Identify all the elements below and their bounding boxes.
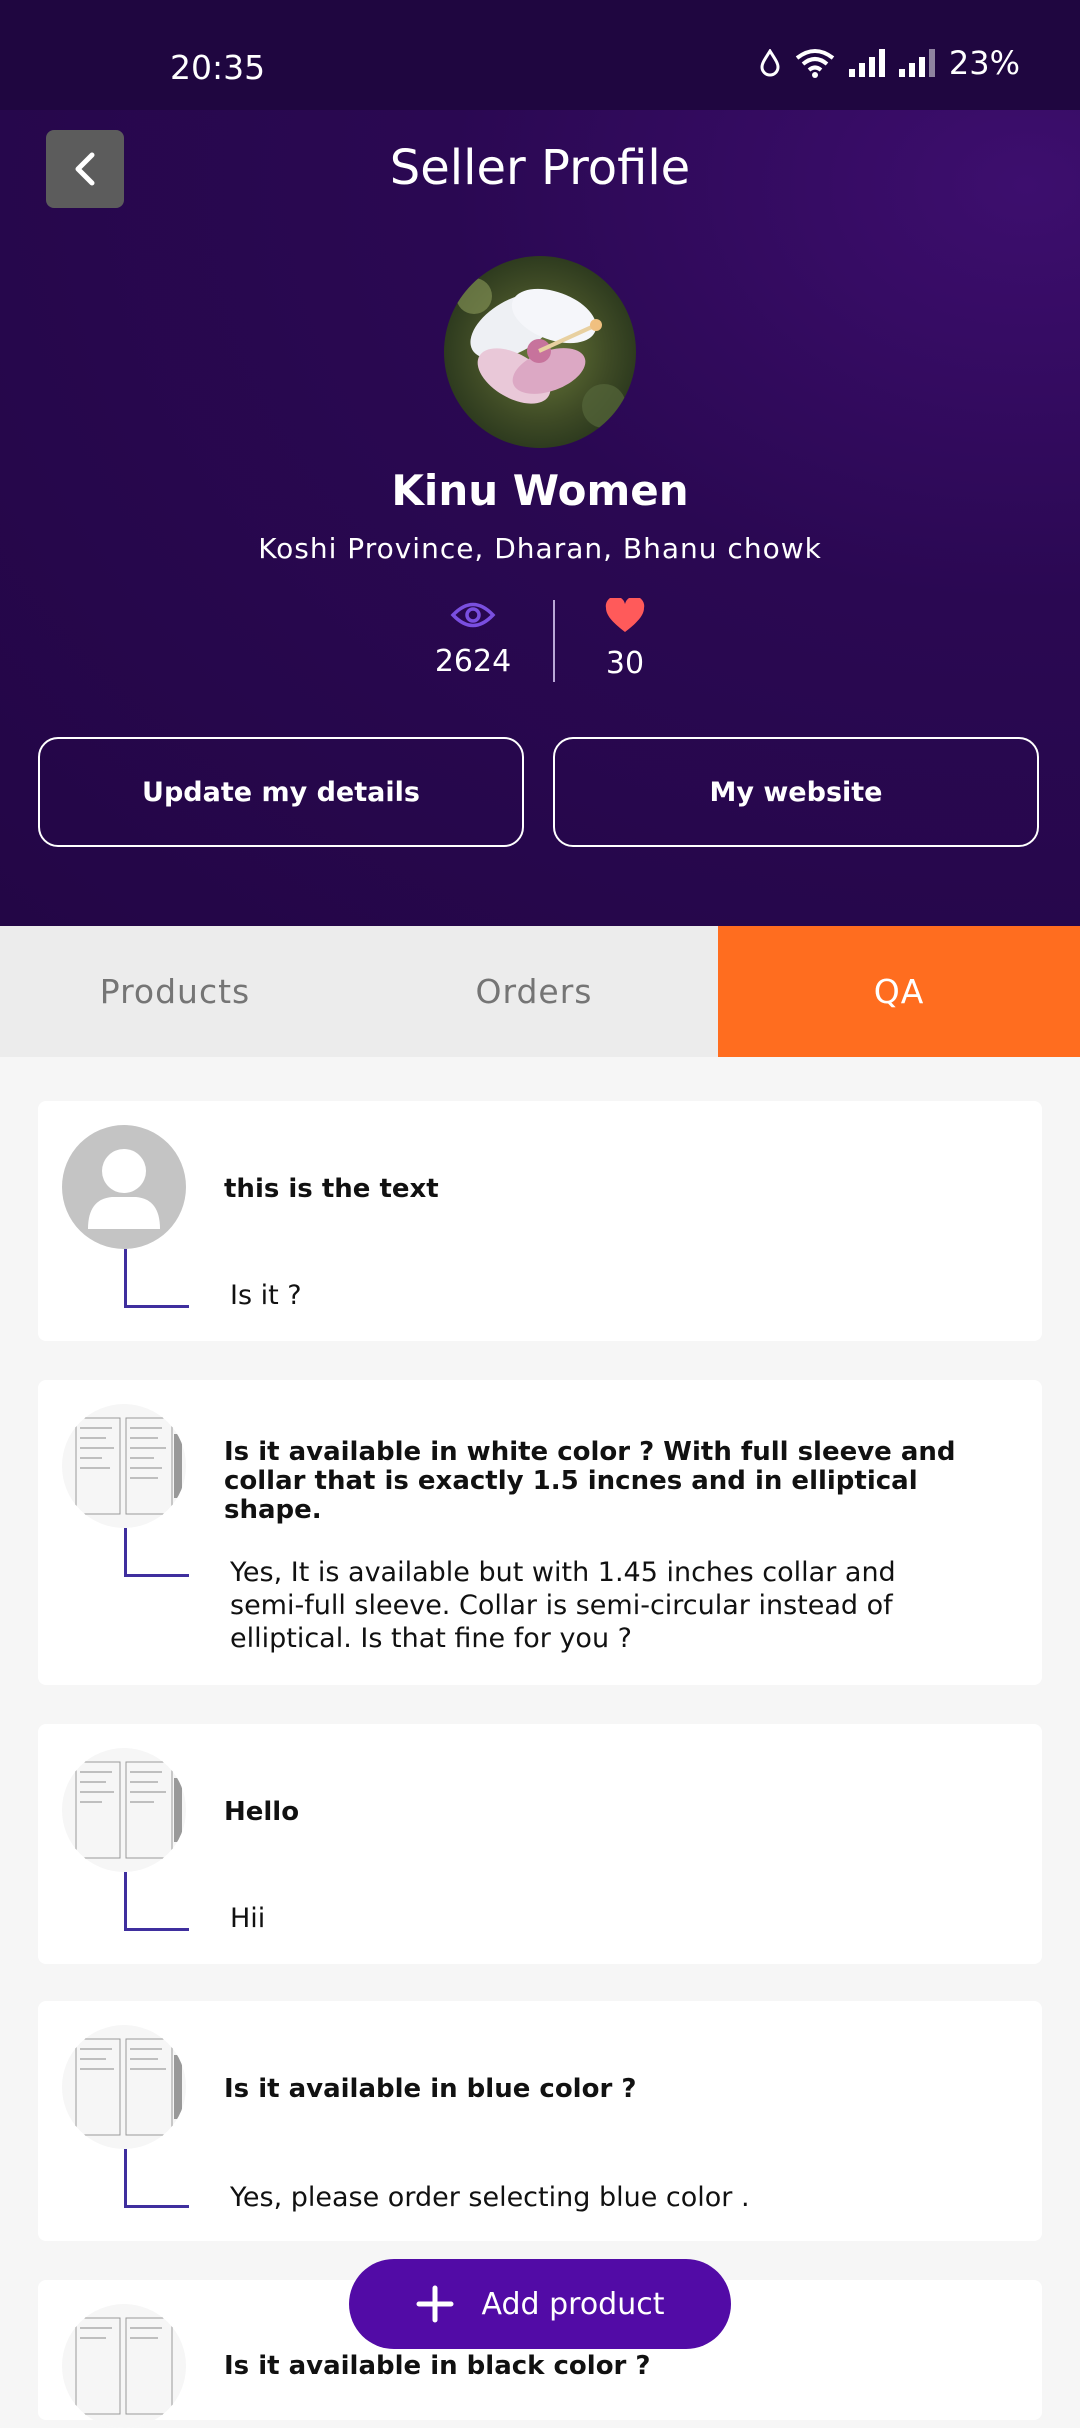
answer-text: Is it ? xyxy=(230,1280,302,1311)
views-stat: 2624 xyxy=(430,598,516,679)
avatar xyxy=(62,1125,186,1249)
question-text: Is it available in blue color ? xyxy=(224,2074,637,2104)
qa-connector xyxy=(124,2149,189,2208)
tab-orders[interactable]: Orders xyxy=(350,926,718,1057)
seller-name: Kinu Women xyxy=(391,466,689,515)
page-title: Seller Profile xyxy=(389,140,691,196)
status-icons: 23% xyxy=(759,44,1020,82)
document-thumbnail-icon xyxy=(62,1748,186,1872)
person-icon xyxy=(88,1149,160,1229)
tab-qa[interactable]: QA xyxy=(718,926,1080,1057)
qa-card[interactable]: Is it available in white color ? With fu… xyxy=(38,1380,1042,1685)
document-thumbnail-icon xyxy=(62,1404,186,1528)
seller-location: Koshi Province, Dharan, Bhanu chowk xyxy=(258,532,822,565)
qa-card[interactable]: Hello Hii xyxy=(38,1724,1042,1964)
avatar xyxy=(62,2304,186,2428)
question-text: Is it available in white color ? With fu… xyxy=(224,1437,956,1525)
qa-connector xyxy=(124,1249,189,1308)
battery-level: 23% xyxy=(948,44,1020,82)
heart-icon xyxy=(605,596,645,632)
question-text: Is it available in black color ? xyxy=(224,2351,651,2381)
seller-avatar xyxy=(444,256,636,448)
signal-icon xyxy=(848,49,885,77)
likes-stat: 30 xyxy=(580,596,670,681)
update-details-button[interactable]: Update my details xyxy=(38,737,524,847)
my-website-button[interactable]: My website xyxy=(553,737,1039,847)
tab-products[interactable]: Products xyxy=(0,926,350,1057)
answer-text: Hii xyxy=(230,1903,266,1934)
qa-card[interactable]: this is the text Is it ? xyxy=(38,1101,1042,1341)
tab-bar: Products Orders QA xyxy=(0,926,1080,1057)
document-thumbnail-icon xyxy=(62,2304,186,2428)
add-product-label: Add product xyxy=(481,2286,665,2322)
water-drop-icon xyxy=(760,49,780,77)
question-text: Hello xyxy=(224,1797,300,1827)
qa-card[interactable]: Is it available in blue color ? Yes, ple… xyxy=(38,2001,1042,2241)
qa-connector xyxy=(124,1872,189,1931)
avatar xyxy=(62,2025,186,2149)
wifi-icon xyxy=(795,49,835,78)
signal-icon xyxy=(898,49,935,77)
plus-icon xyxy=(416,2285,454,2323)
answer-text: Yes, It is available but with 1.45 inche… xyxy=(230,1557,896,1654)
avatar xyxy=(62,1748,186,1872)
status-time: 20:35 xyxy=(170,48,266,87)
status-bar: 20:35 23% xyxy=(0,0,1080,110)
likes-count: 30 xyxy=(605,646,645,681)
add-product-button[interactable]: Add product xyxy=(349,2259,731,2349)
answer-text: Yes, please order selecting blue color . xyxy=(230,2182,750,2213)
eye-icon xyxy=(450,602,496,628)
flower-photo xyxy=(444,256,636,448)
seller-stats: 2624 30 xyxy=(0,596,1080,688)
document-thumbnail-icon xyxy=(62,2025,186,2149)
question-text: this is the text xyxy=(224,1174,439,1204)
qa-connector xyxy=(124,1528,189,1577)
stats-divider xyxy=(553,600,555,682)
avatar xyxy=(62,1404,186,1528)
views-count: 2624 xyxy=(434,644,512,679)
